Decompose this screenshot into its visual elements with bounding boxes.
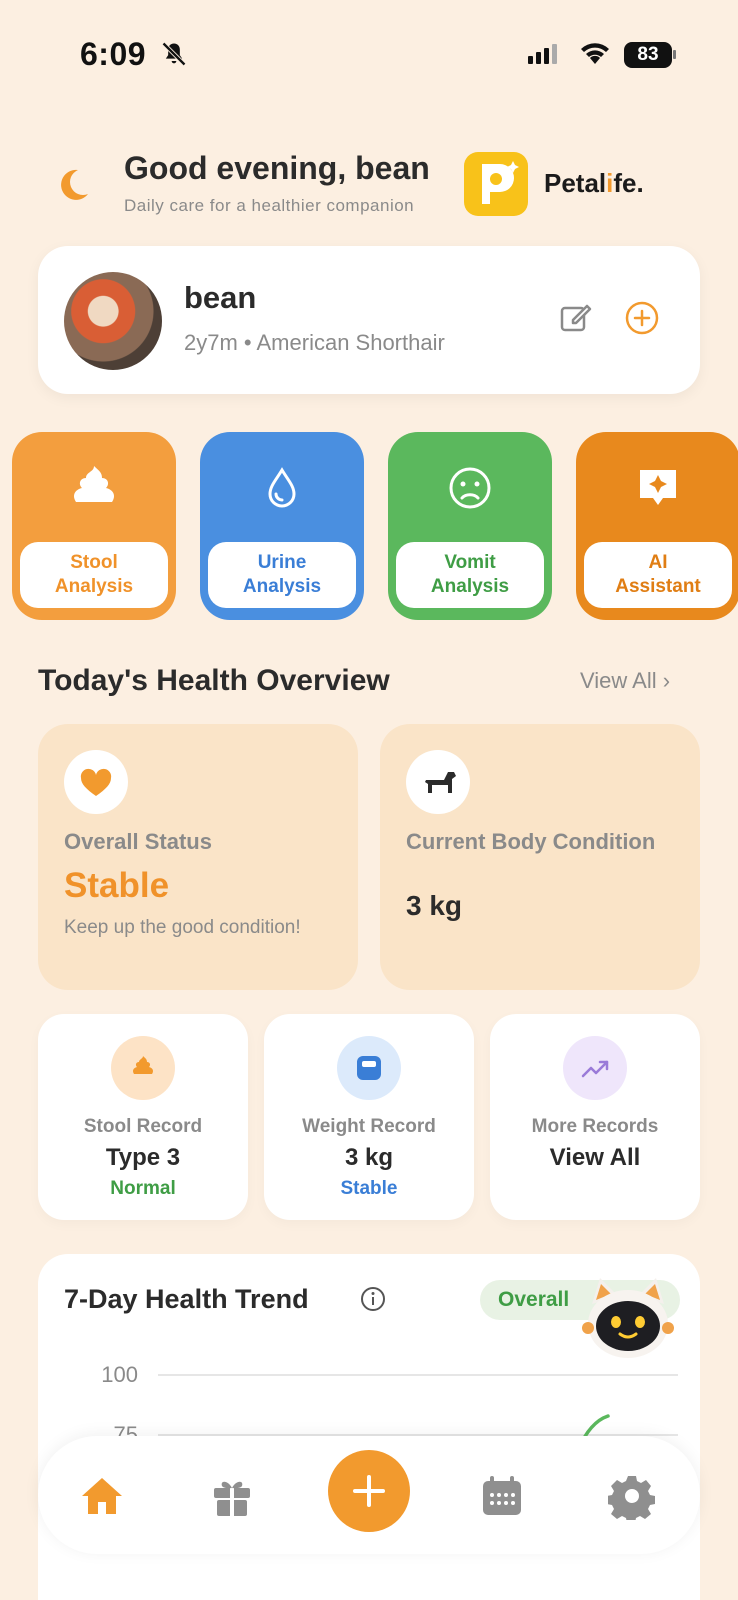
brand-text-main: Petal <box>544 168 607 198</box>
overall-status-label: Overall Status <box>64 829 212 854</box>
tile-label-line2: Assistant <box>615 576 701 597</box>
pet-profile-card[interactable]: bean 2y7m • American Shorthair <box>38 246 700 394</box>
urine-analysis-label: Urine Analysis <box>208 542 356 608</box>
more-records-label: More Records <box>531 1116 659 1137</box>
more-records-value: View All <box>549 1144 641 1171</box>
edit-icon[interactable] <box>558 300 594 336</box>
stool-record-status: Normal <box>110 1178 176 1199</box>
tile-label-line1: Vomit <box>444 552 496 573</box>
drop-icon <box>268 467 296 508</box>
sad-face-icon <box>449 467 491 509</box>
moon-icon <box>61 169 88 200</box>
trending-up-icon <box>581 1060 609 1078</box>
signal-icon <box>528 44 557 64</box>
view-all-link[interactable]: View All › <box>580 668 670 694</box>
pet-name: bean <box>184 280 257 315</box>
battery-indicator: 83 <box>624 42 672 68</box>
ai-assistant-label: AI Assistant <box>584 542 732 608</box>
header: Good evening, bean Daily care for a heal… <box>0 150 738 230</box>
tile-label-line2: Analysis <box>242 576 322 597</box>
tile-label-line2: Analysis <box>430 576 510 597</box>
pet-meta: 2y7m • American Shorthair <box>184 330 445 355</box>
tile-label-line1: Urine <box>257 552 307 573</box>
bell-muted-icon <box>162 42 186 66</box>
app-logo <box>464 152 528 216</box>
body-condition-card[interactable]: Current Body Condition 3 kg <box>380 724 700 990</box>
add-record-button[interactable] <box>328 1450 410 1532</box>
battery-tip <box>673 50 676 59</box>
dog-icon <box>425 772 456 793</box>
analysis-tiles: Stool Analysis Urine Analysis Vomit Analysi… <box>12 432 738 622</box>
status-time: 6:09 <box>80 36 147 72</box>
body-condition-value: 3 kg <box>406 890 463 921</box>
wifi-icon <box>581 43 609 64</box>
overview-title: Today's Health Overview <box>38 664 390 697</box>
calendar-icon[interactable] <box>478 1472 526 1520</box>
overall-status-note: Keep up the good condition! <box>64 917 301 938</box>
urine-analysis-button[interactable]: Urine Analysis <box>200 432 364 620</box>
stool-record-card[interactable]: Stool Record Type 3 Normal <box>38 1014 248 1220</box>
trend-title: 7-Day Health Trend <box>64 1284 309 1314</box>
tile-label-line2: Analysis <box>54 576 134 597</box>
vomit-analysis-label: Vomit Analysis <box>396 542 544 608</box>
heart-icon-badge <box>64 750 128 814</box>
stool-record-icon-badge <box>111 1036 175 1100</box>
scale-icon <box>357 1056 381 1080</box>
stool-record-label: Stool Record <box>83 1116 203 1137</box>
pet-avatar[interactable] <box>64 272 162 370</box>
add-pet-icon[interactable] <box>624 300 660 336</box>
heart-icon <box>80 768 112 796</box>
stool-analysis-label: Stool Analysis <box>20 542 168 608</box>
sparkle-chat-icon <box>640 470 676 505</box>
more-records-icon-badge <box>563 1036 627 1100</box>
brand-name: Petalife. <box>544 168 644 199</box>
info-icon[interactable] <box>360 1286 386 1312</box>
greeting-subtitle: Daily care for a healthier companion <box>124 196 415 215</box>
weight-record-label: Weight Record <box>302 1116 436 1137</box>
body-condition-label: Current Body Condition <box>406 829 656 854</box>
tile-label-line1: AI <box>648 552 668 573</box>
weight-record-icon-badge <box>337 1036 401 1100</box>
greeting-title: Good evening, bean <box>124 150 430 186</box>
y-tick-100: 100 <box>101 1362 138 1387</box>
bottom-navigation <box>38 1436 700 1554</box>
chevron-right-icon: › <box>662 668 671 693</box>
home-icon[interactable] <box>78 1472 126 1520</box>
more-records-card[interactable]: More Records View All <box>490 1014 700 1220</box>
stool-record-value: Type 3 <box>105 1144 181 1171</box>
poop-icon <box>74 466 114 502</box>
plus-icon <box>353 1475 385 1507</box>
vomit-analysis-button[interactable]: Vomit Analysis <box>388 432 552 620</box>
ai-assistant-button[interactable]: AI Assistant <box>576 432 738 620</box>
settings-gear-icon[interactable] <box>608 1472 656 1520</box>
logo-icon <box>482 161 519 204</box>
view-all-label: View All <box>580 668 657 693</box>
gift-icon[interactable] <box>208 1472 256 1520</box>
brand-text-end: fe. <box>613 168 644 198</box>
weight-record-card[interactable]: Weight Record 3 kg Stable <box>264 1014 474 1220</box>
overall-status-value: Stable <box>64 866 170 905</box>
dog-icon-badge <box>406 750 470 814</box>
overall-status-card[interactable]: Overall Status Stable Keep up the good c… <box>38 724 358 990</box>
status-bar: 6:09 83 <box>0 0 738 110</box>
tile-label-line1: Stool <box>70 552 118 573</box>
weight-record-value: 3 kg <box>344 1144 394 1171</box>
poop-icon <box>133 1056 153 1074</box>
stool-analysis-button[interactable]: Stool Analysis <box>12 432 176 620</box>
weight-record-status: Stable <box>340 1178 398 1199</box>
